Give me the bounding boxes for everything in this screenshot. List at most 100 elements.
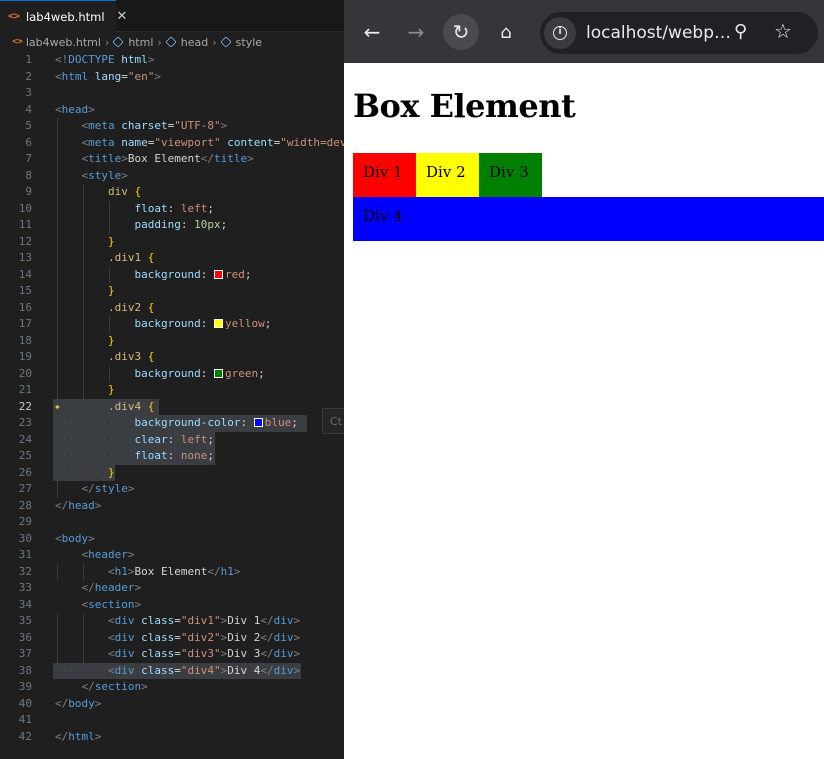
reload-button[interactable]: ↻ [443,14,479,50]
site-info-icon: i [553,26,567,40]
line-number: 34 [18,597,32,611]
breadcrumb: <> lab4web.html › html › head › style [0,32,344,52]
url-text[interactable]: localhost/webp… [586,23,731,43]
code-line[interactable]: 14 background: red; [0,266,344,283]
code-text: <!DOCTYPE html> [55,53,155,66]
code-line[interactable]: 33 </header> [0,580,344,597]
code-line[interactable]: 39 </section> [0,679,344,696]
code-line[interactable]: 1 <!DOCTYPE html> [0,52,344,69]
code-line[interactable]: 34 <section> [0,597,344,614]
code-line[interactable]: 18 } [0,332,344,349]
code-line[interactable]: 42 </html> [0,729,344,746]
breadcrumb-style[interactable]: style [220,36,262,49]
code-line[interactable]: 25 ············float: none; [0,448,344,465]
code-line[interactable]: 24 ············clear: left; [0,431,344,448]
code-line[interactable]: 32 <h1>Box Element</h1> [0,563,344,580]
code-line[interactable]: 8 <style> [0,167,344,184]
line-number: 23 [18,416,32,429]
code-text: <div class="div3">Div 3</div> [107,647,301,660]
code-text: ········<div class="div4">Div 4</div> [55,663,301,677]
code-text: <meta charset="UTF-8"> [81,119,228,132]
code-line[interactable]: 30 <body> [0,531,344,548]
code-text: ············float: none; [55,449,214,462]
home-icon: ⌂ [500,21,512,43]
code-text: } [107,333,115,347]
code-text: .div1 { [107,251,155,264]
code-line[interactable]: 4 <head> [0,102,344,119]
line-number: 31 [18,548,32,561]
chevron-right-icon: › [212,35,217,49]
code-line[interactable]: 16 .div2 { [0,299,344,316]
div-1-box: Div 1 [353,153,416,197]
code-line[interactable]: 21 } [0,382,344,399]
tab-label: lab4web.html [26,9,105,24]
zoom-icon[interactable]: ⚲ [734,21,747,42]
code-line[interactable]: 20 background: green; [0,365,344,382]
code-line[interactable]: 36 <div class="div2">Div 2</div> [0,629,344,646]
code-line[interactable]: 10 float: left; [0,200,344,217]
element-icon [165,36,177,48]
line-number: 15 [18,284,32,297]
line-number: 10 [18,201,32,215]
div-3-box: Div 3 [479,153,542,197]
code-line[interactable]: 27 </style> [0,481,344,498]
code-line[interactable]: 15 } [0,283,344,300]
line-number: 7 [25,152,32,165]
code-editor[interactable]: <> lab4web.html ✕ <> lab4web.html › html… [0,0,344,759]
breadcrumb-file[interactable]: <> lab4web.html [12,36,101,49]
code-line[interactable]: 40 </body> [0,696,344,713]
code-line[interactable]: 23 ············background-color: blue; [0,415,344,432]
chevron-right-icon: › [104,35,110,49]
line-number: 22 [18,399,32,413]
code-area[interactable]: 1 <!DOCTYPE html> 2 <html lang="en"> 3 4 <head… [0,52,344,745]
line-number: 12 [18,234,32,248]
code-line[interactable]: 41 [0,712,344,729]
code-line[interactable]: 9 div { [0,184,344,201]
address-bar[interactable]: i localhost/webp… ⚲ ☆ [540,12,818,54]
code-line[interactable]: 2 <html lang="en"> [0,69,344,86]
code-line[interactable]: 5 <meta charset="UTF-8"> [0,118,344,135]
code-text: div { [107,185,142,198]
code-text: </section> [81,680,148,693]
line-number: 28 [18,498,32,512]
code-line[interactable]: 13 .div1 { [0,250,344,267]
div-4-box: Div 4 [353,197,824,241]
back-button[interactable]: ← [354,14,390,50]
code-line[interactable]: 17 background: yellow; [0,316,344,333]
site-info-button[interactable]: i [544,17,576,49]
line-number: 1 [25,53,32,66]
code-text: </html> [55,729,102,743]
line-number: 40 [18,696,32,710]
code-line[interactable]: 12 } [0,233,344,250]
code-line[interactable]: 26 ········} [0,464,344,481]
code-line[interactable]: 11 padding: 10px; [0,217,344,234]
line-number: 29 [18,515,32,528]
code-text: background: red; [134,267,252,281]
code-line[interactable]: 6 <meta name="viewport" content="width=d… [0,134,344,151]
code-line[interactable]: 31 <header> [0,547,344,564]
breadcrumb-html[interactable]: html [112,36,153,49]
code-line[interactable]: 7 <title>Box Element</title> [0,151,344,168]
close-icon[interactable]: ✕ [117,9,128,24]
code-line[interactable]: 29 [0,514,344,531]
code-line[interactable]: 19 .div3 { [0,349,344,366]
code-line[interactable]: 37 <div class="div3">Div 3</div> [0,646,344,663]
tab-lab4web-html[interactable]: <> lab4web.html ✕ [0,0,127,32]
breadcrumb-head[interactable]: head [165,36,208,49]
line-number: 17 [18,317,32,330]
code-line[interactable]: 38 ········<div class="div4">Div 4</div> [0,662,344,679]
code-line[interactable]: 3 [0,85,344,102]
code-line[interactable]: 28 </head> [0,498,344,515]
line-number: 14 [18,267,32,281]
forward-button[interactable]: → [398,14,434,50]
code-line[interactable]: 22 ✦ ····.div4 { [0,398,344,415]
code-text: <title>Box Element</title> [81,152,254,165]
line-number: 42 [18,729,32,743]
star-icon[interactable]: ☆ [774,19,792,43]
home-button[interactable]: ⌂ [488,14,524,50]
code-line[interactable]: 35 <div class="div1">Div 1</div> [0,613,344,630]
element-icon [220,36,232,48]
code-text: background: yellow; [134,317,272,330]
browser-toolbar: ← → ↻ ⌂ i localhost/webp… ⚲ ☆ [344,0,824,63]
line-number: 16 [18,300,32,314]
